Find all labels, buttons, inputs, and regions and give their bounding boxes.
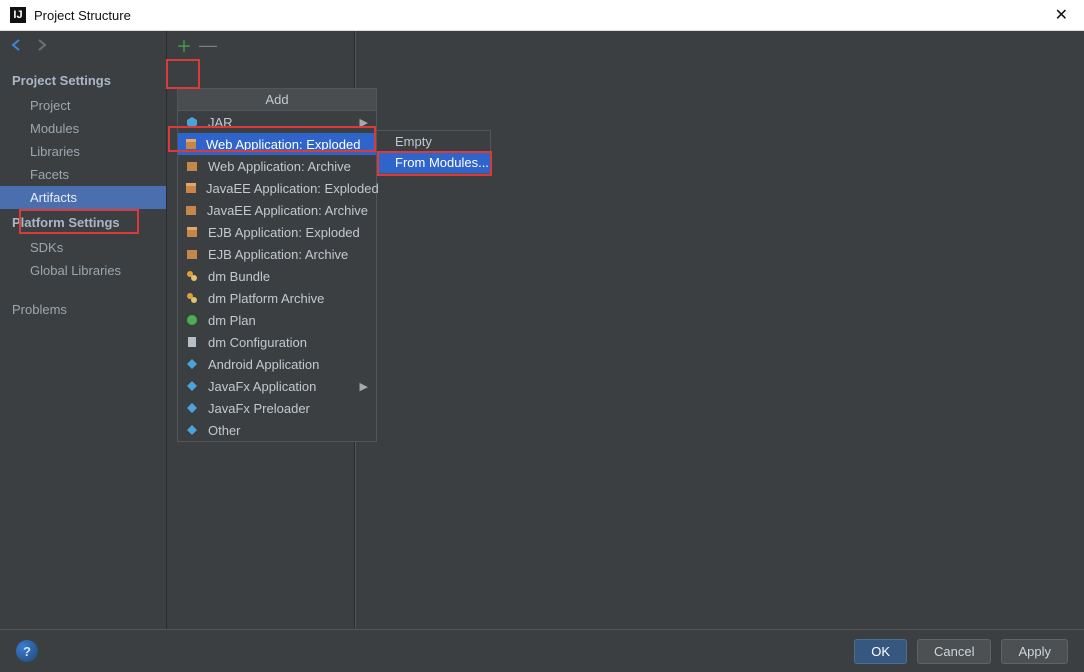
menu-item-javafx-preloader[interactable]: JavaFx Preloader — [178, 397, 376, 419]
sidebar: Project Settings Project Modules Librari… — [0, 31, 166, 629]
add-button[interactable]: ＋ — [175, 36, 193, 54]
titlebar: IJ Project Structure ✕ — [0, 0, 1084, 31]
sidebar-item-artifacts[interactable]: Artifacts — [0, 186, 166, 209]
menu-item-jar[interactable]: JAR ▶ — [178, 111, 376, 133]
artifact-details-panel — [354, 31, 1084, 629]
menu-item-dm-plan[interactable]: dm Plan — [178, 309, 376, 331]
sidebar-item-problems[interactable]: Problems — [0, 298, 166, 321]
cancel-button[interactable]: Cancel — [917, 639, 991, 664]
menu-item-label: dm Bundle — [208, 269, 270, 284]
back-button[interactable] — [8, 36, 26, 54]
remove-button[interactable]: — — [199, 36, 217, 54]
menu-item-ejb-archive[interactable]: EJB Application: Archive — [178, 243, 376, 265]
section-project-settings: Project Settings — [0, 67, 166, 94]
sidebar-item-project[interactable]: Project — [0, 94, 166, 117]
archive-icon — [184, 158, 200, 174]
sidebar-item-global-libraries[interactable]: Global Libraries — [0, 259, 166, 282]
menu-item-javafx-application[interactable]: JavaFx Application ▶ — [178, 375, 376, 397]
diamond-icon — [184, 422, 200, 438]
archive-exploded-icon — [184, 224, 200, 240]
archive-icon — [184, 202, 199, 218]
menu-item-android-application[interactable]: Android Application — [178, 353, 376, 375]
bundle-icon — [184, 290, 200, 306]
diamond-icon — [184, 356, 200, 372]
globe-icon — [184, 312, 200, 328]
archive-exploded-icon — [184, 180, 198, 196]
menu-item-label: JAR — [208, 115, 233, 130]
window-close-button[interactable]: ✕ — [1049, 5, 1074, 25]
menu-item-label: dm Plan — [208, 313, 256, 328]
arrow-right-icon — [34, 38, 48, 52]
web-exploded-submenu[interactable]: Empty From Modules... — [376, 130, 491, 174]
menu-item-javaee-exploded[interactable]: JavaEE Application: Exploded — [178, 177, 376, 199]
menu-item-dm-platform-archive[interactable]: dm Platform Archive — [178, 287, 376, 309]
menu-item-dm-configuration[interactable]: dm Configuration — [178, 331, 376, 353]
jar-icon — [184, 114, 200, 130]
sidebar-item-libraries[interactable]: Libraries — [0, 140, 166, 163]
sidebar-item-facets[interactable]: Facets — [0, 163, 166, 186]
menu-item-ejb-exploded[interactable]: EJB Application: Exploded — [178, 221, 376, 243]
menu-item-label: dm Platform Archive — [208, 291, 324, 306]
add-menu[interactable]: Add JAR ▶ Web Application: Exploded ▶ We… — [177, 88, 377, 442]
menu-item-label: JavaFx Preloader — [208, 401, 310, 416]
bundle-icon — [184, 268, 200, 284]
minus-icon: — — [199, 35, 217, 56]
forward-button[interactable] — [32, 36, 50, 54]
sidebar-item-sdks[interactable]: SDKs — [0, 236, 166, 259]
file-icon — [184, 334, 200, 350]
menu-item-web-exploded[interactable]: Web Application: Exploded ▶ — [178, 133, 376, 155]
menu-item-label: Android Application — [208, 357, 319, 372]
archive-icon — [184, 246, 200, 262]
menu-item-label: JavaEE Application: Exploded — [206, 181, 379, 196]
dialog-button-bar: ? OK Cancel Apply — [0, 629, 1084, 672]
apply-button[interactable]: Apply — [1001, 639, 1068, 664]
help-button[interactable]: ? — [16, 640, 38, 662]
menu-item-javaee-archive[interactable]: JavaEE Application: Archive — [178, 199, 376, 221]
section-platform-settings: Platform Settings — [0, 209, 166, 236]
arrow-left-icon — [10, 38, 24, 52]
diamond-icon — [184, 400, 200, 416]
plus-icon: ＋ — [176, 33, 192, 57]
menu-item-label: EJB Application: Archive — [208, 247, 348, 262]
add-menu-header: Add — [178, 89, 376, 111]
sidebar-item-modules[interactable]: Modules — [0, 117, 166, 140]
menu-item-dm-bundle[interactable]: dm Bundle — [178, 265, 376, 287]
menu-item-web-archive[interactable]: Web Application: Archive — [178, 155, 376, 177]
archive-exploded-icon — [184, 136, 198, 152]
menu-item-label: Web Application: Archive — [208, 159, 351, 174]
menu-item-label: EJB Application: Exploded — [208, 225, 360, 240]
menu-item-other[interactable]: Other — [178, 419, 376, 441]
menu-item-label: JavaFx Application — [208, 379, 316, 394]
submenu-arrow-icon: ▶ — [340, 380, 368, 393]
menu-item-label: Other — [208, 423, 241, 438]
app-icon: IJ — [10, 7, 26, 23]
submenu-arrow-icon: ▶ — [340, 116, 368, 129]
menu-item-label: JavaEE Application: Archive — [207, 203, 368, 218]
menu-item-label: Web Application: Exploded — [206, 137, 360, 152]
window-title: Project Structure — [34, 8, 131, 23]
submenu-item-from-modules[interactable]: From Modules... — [377, 152, 490, 173]
submenu-item-empty[interactable]: Empty — [377, 131, 490, 152]
menu-item-label: dm Configuration — [208, 335, 307, 350]
ok-button[interactable]: OK — [854, 639, 907, 664]
diamond-icon — [184, 378, 200, 394]
